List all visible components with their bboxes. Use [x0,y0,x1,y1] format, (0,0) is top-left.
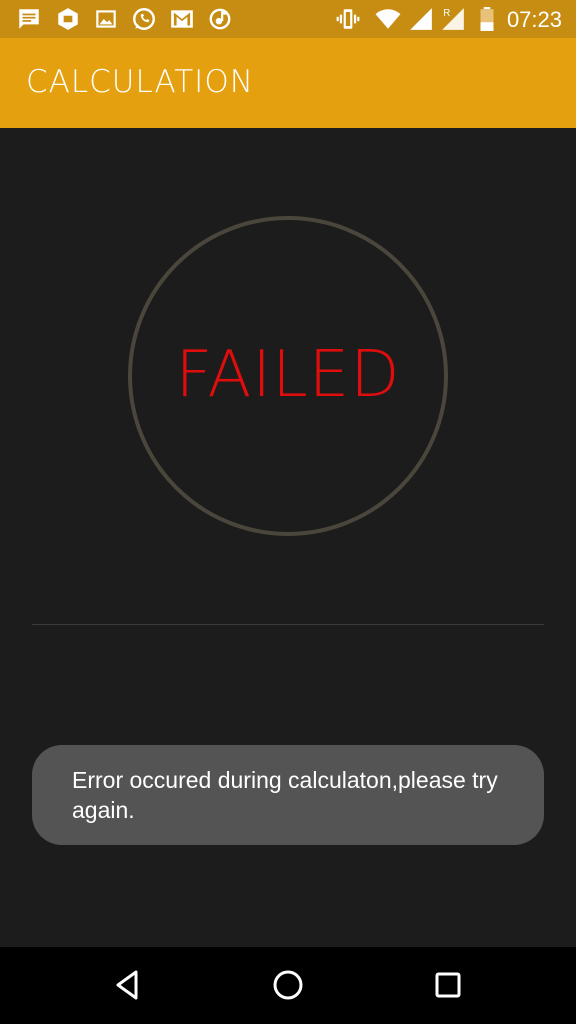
music-icon [209,8,231,30]
clock: 07:23 [506,7,562,32]
status-bar: R 07:23 [0,0,576,38]
signal-icon [410,8,432,30]
whatsapp-icon [133,8,155,30]
result-status-text: FAILED [175,338,401,412]
page-title: CALCULATION [26,64,254,100]
wifi-icon [375,9,401,29]
svg-text:R: R [443,8,450,19]
app-bar: CALCULATION [0,38,576,128]
divider [32,624,544,625]
home-icon[interactable] [270,967,306,1003]
battery-icon [480,7,494,31]
package-icon [58,8,78,30]
gmail-icon [171,10,193,28]
error-toast: Error occured during calculaton,please t… [32,745,544,845]
back-icon[interactable] [110,967,146,1003]
toast-message: Error occured during calculaton,please t… [72,767,498,823]
vibrate-icon [336,9,360,29]
message-icon [19,9,39,29]
roaming-signal-icon: R [442,8,464,30]
recents-icon[interactable] [430,967,466,1003]
navigation-bar [0,947,576,1024]
gallery-icon [96,10,116,28]
